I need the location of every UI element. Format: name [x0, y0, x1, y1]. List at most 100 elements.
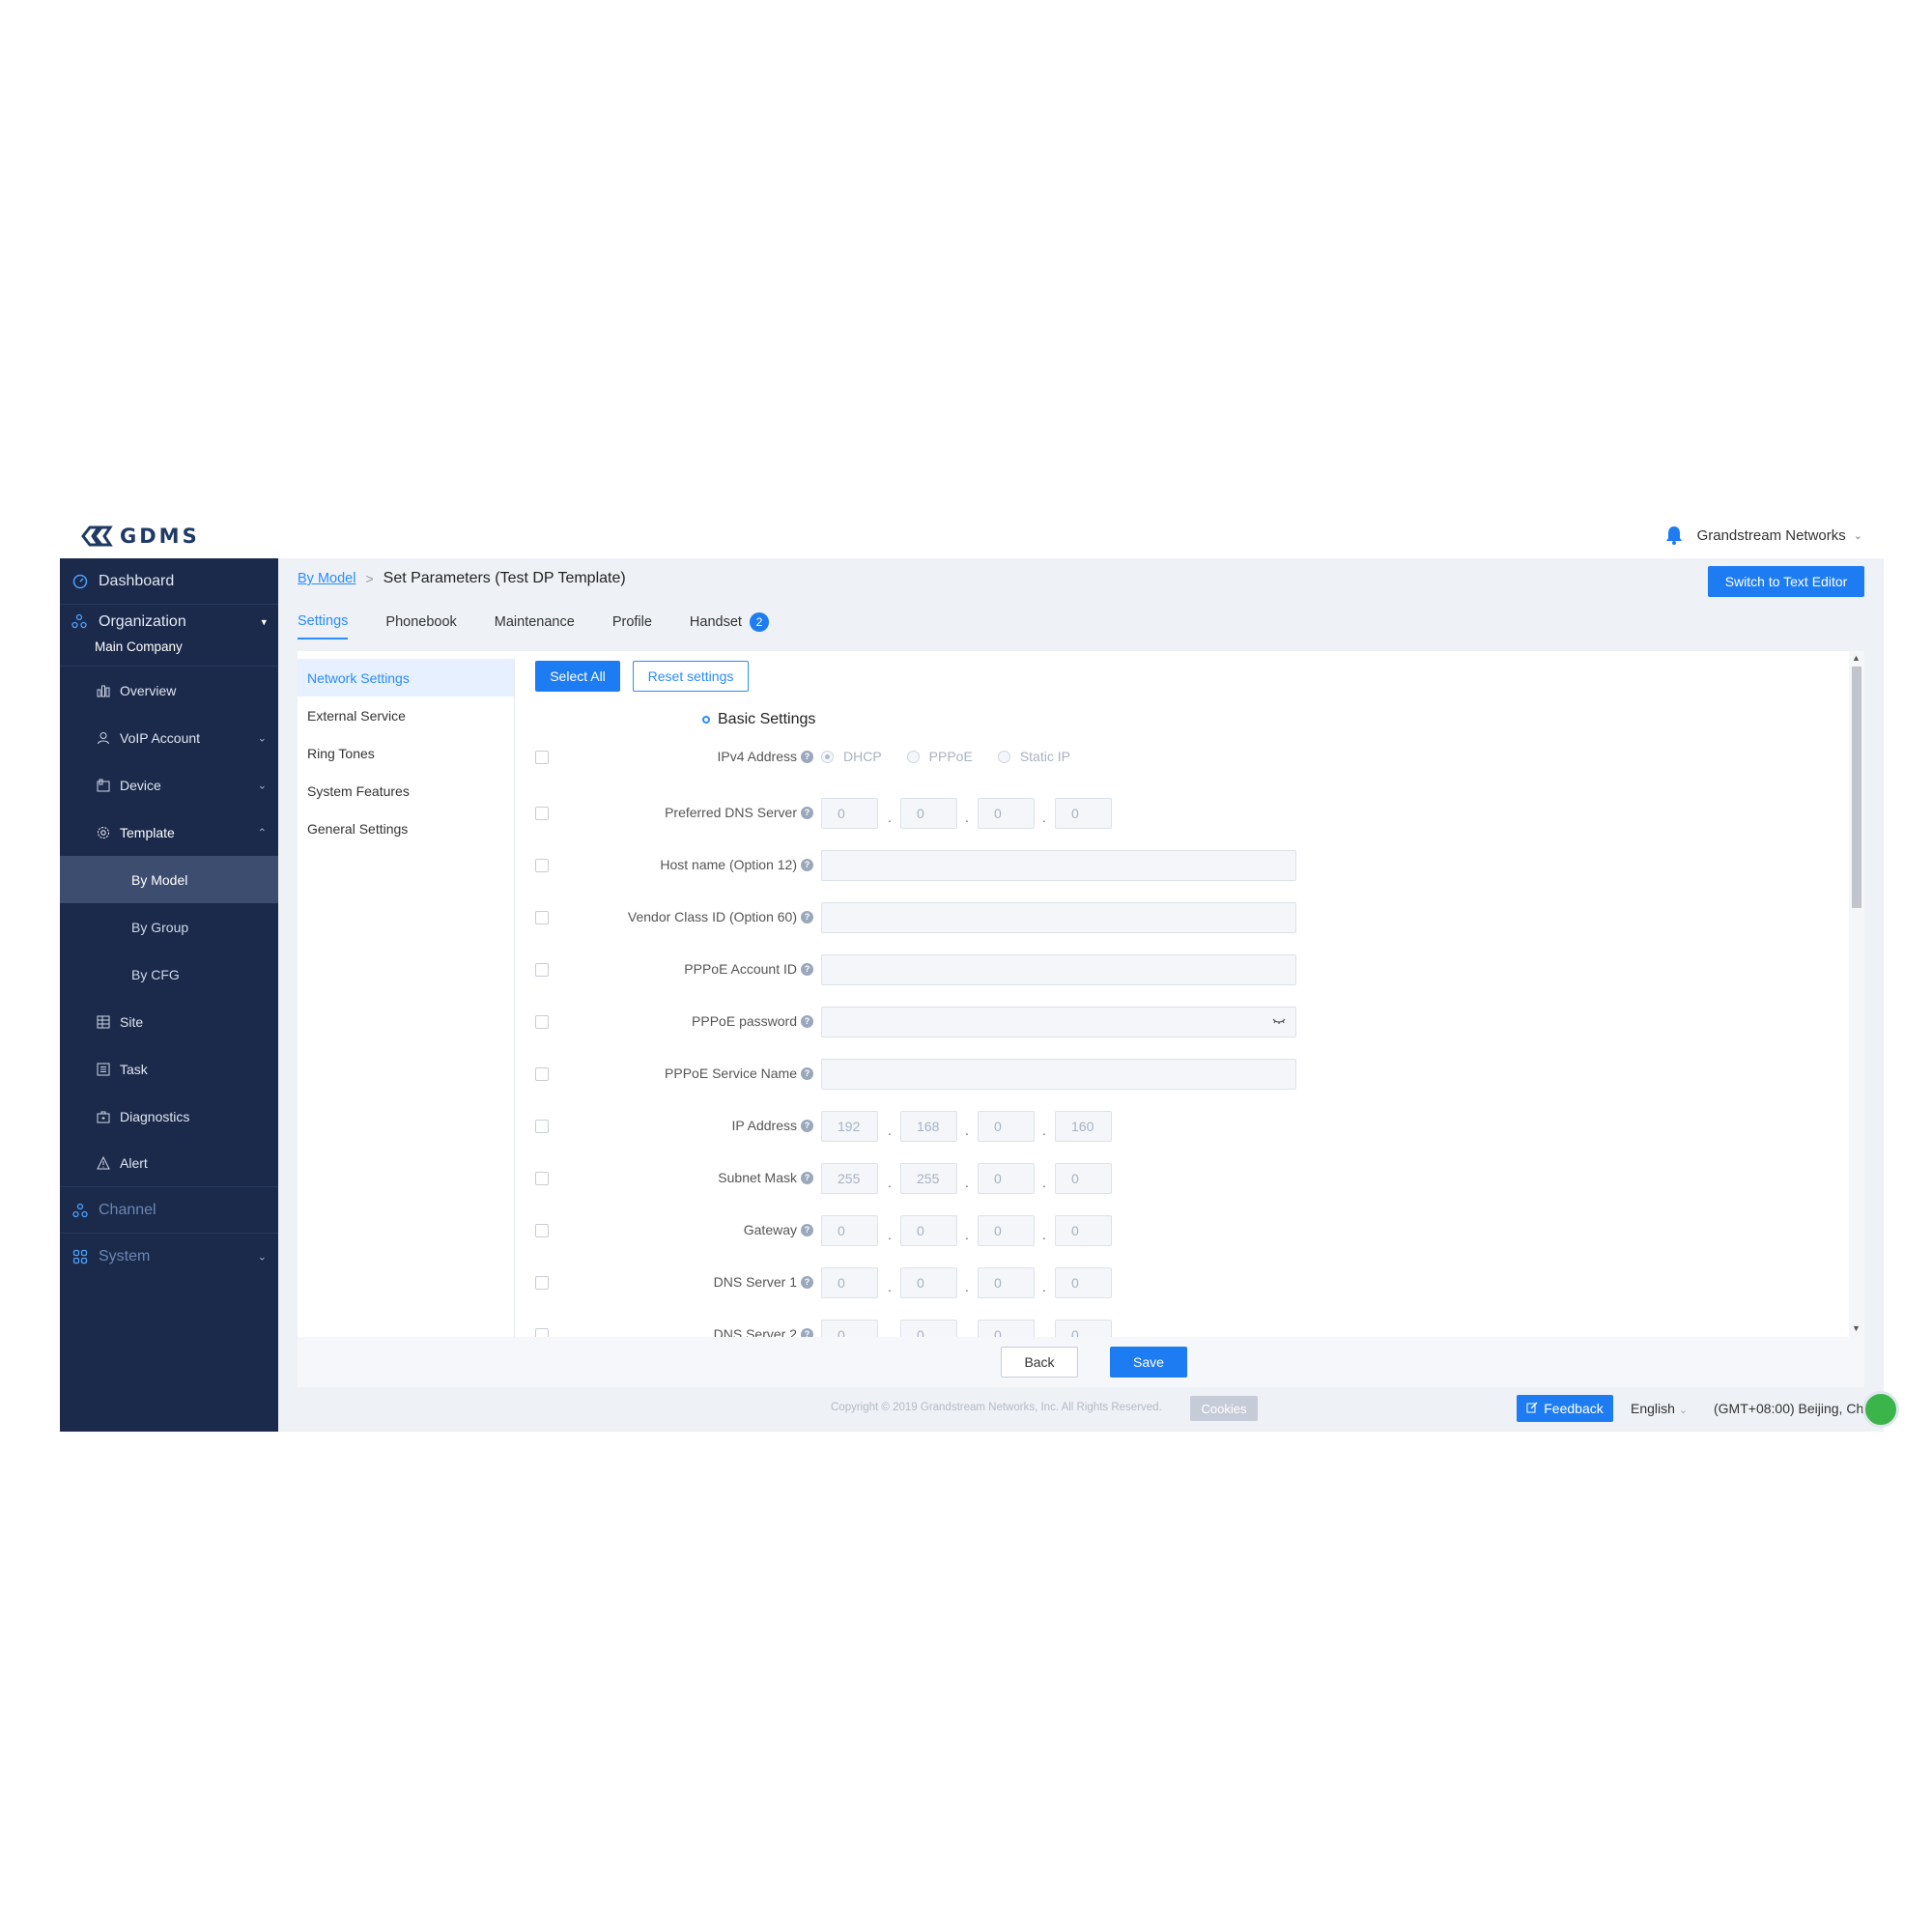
ip-octet-input[interactable]: 168	[900, 1111, 957, 1142]
ip-octet-input[interactable]: 0	[978, 1163, 1035, 1194]
row-checkbox[interactable]	[535, 807, 549, 820]
ip-octet-input[interactable]: 0	[900, 1320, 957, 1337]
subnav-ring-tones[interactable]: Ring Tones	[298, 734, 514, 772]
row-checkbox[interactable]	[535, 1015, 549, 1029]
row-checkbox[interactable]	[535, 1224, 549, 1237]
select-all-button[interactable]: Select All	[535, 661, 620, 692]
radio-static-ip[interactable]: Static IP	[997, 749, 1070, 764]
cookies-button[interactable]: Cookies	[1190, 1396, 1258, 1421]
subnav-external-service[interactable]: External Service	[298, 696, 514, 734]
help-icon[interactable]: ?	[801, 750, 813, 763]
save-button[interactable]: Save	[1110, 1347, 1187, 1378]
logo[interactable]: GDMS	[79, 523, 200, 550]
sidebar-item-by-model[interactable]: By Model	[60, 856, 278, 903]
ip-octet-input[interactable]: 0	[821, 1267, 878, 1298]
notification-bell-icon[interactable]	[1665, 526, 1683, 550]
ip-octet-input[interactable]: 0	[1055, 1267, 1112, 1298]
sidebar-item-device[interactable]: Device ⌄	[60, 761, 278, 809]
help-icon[interactable]: ?	[801, 962, 813, 976]
organization-company[interactable]: Main Company	[60, 639, 278, 667]
ip-octet-input[interactable]: 0	[821, 1320, 878, 1337]
sidebar-item-task[interactable]: Task	[60, 1045, 278, 1093]
tab-settings[interactable]: Settings	[298, 612, 349, 639]
help-icon[interactable]: ?	[801, 910, 813, 923]
sidebar-item-diagnostics[interactable]: Diagnostics	[60, 1093, 278, 1140]
ip-octet-input[interactable]: 255	[821, 1163, 878, 1194]
ip-octet-input[interactable]: 0	[821, 1215, 878, 1246]
radio-pppoe[interactable]: PPPoE	[906, 749, 973, 764]
host-name-input[interactable]	[821, 850, 1296, 881]
eye-closed-icon[interactable]	[1272, 1014, 1286, 1028]
sidebar-item-overview[interactable]: Overview	[60, 667, 278, 714]
row-checkbox[interactable]	[535, 911, 549, 924]
account-menu[interactable]: Grandstream Networks ⌄	[1697, 527, 1862, 544]
language-select[interactable]: English ⌄	[1631, 1401, 1688, 1416]
scroll-up-arrow-icon[interactable]: ▲	[1852, 653, 1861, 663]
row-checkbox[interactable]	[535, 859, 549, 872]
ip-octet-input[interactable]: 0	[900, 798, 957, 829]
tab-phonebook[interactable]: Phonebook	[385, 612, 456, 639]
help-icon[interactable]: ?	[801, 806, 813, 819]
row-checkbox[interactable]	[535, 751, 549, 764]
help-icon[interactable]: ?	[801, 1171, 813, 1184]
tab-profile[interactable]: Profile	[612, 612, 652, 639]
ip-octet-input[interactable]: 160	[1055, 1111, 1112, 1142]
ip-octet-input[interactable]: 0	[978, 798, 1035, 829]
subnav-general-settings[interactable]: General Settings	[298, 810, 514, 847]
ip-octet-input[interactable]: 0	[1055, 1320, 1112, 1337]
chat-bubble-icon[interactable]	[1862, 1391, 1899, 1428]
switch-to-text-editor-button[interactable]: Switch to Text Editor	[1708, 566, 1864, 597]
help-icon[interactable]: ?	[801, 1014, 813, 1028]
sidebar-item-alert[interactable]: Alert	[60, 1140, 278, 1187]
sidebar-item-by-group[interactable]: By Group	[60, 903, 278, 951]
ip-octet-input[interactable]: 255	[900, 1163, 957, 1194]
breadcrumb-link-by-model[interactable]: By Model	[298, 571, 355, 586]
back-button[interactable]: Back	[1001, 1347, 1078, 1378]
row-checkbox[interactable]	[535, 1276, 549, 1290]
sidebar-item-dashboard[interactable]: Dashboard	[60, 558, 278, 605]
ip-octet-input[interactable]: 0	[900, 1267, 957, 1298]
help-icon[interactable]: ?	[801, 1119, 813, 1132]
ip-octet-input[interactable]: 0	[821, 798, 878, 829]
pppoe-password-input[interactable]	[821, 1007, 1296, 1037]
sidebar-item-site[interactable]: Site	[60, 998, 278, 1045]
scrollbar-thumb[interactable]	[1852, 667, 1861, 908]
sidebar-item-template[interactable]: Template ⌃	[60, 809, 278, 856]
radio-dhcp[interactable]: DHCP	[821, 749, 882, 764]
tab-handset[interactable]: Handset 2	[690, 612, 769, 639]
help-icon[interactable]: ?	[801, 1066, 813, 1080]
timezone-select[interactable]: (GMT+08:00) Beijing, Ch ⌄	[1714, 1401, 1876, 1416]
feedback-button[interactable]: Feedback	[1517, 1395, 1613, 1422]
sidebar-item-system[interactable]: System ⌄	[60, 1234, 278, 1280]
help-icon[interactable]: ?	[801, 1223, 813, 1236]
ip-octet-input[interactable]: 0	[978, 1215, 1035, 1246]
help-icon[interactable]: ?	[801, 858, 813, 871]
row-checkbox[interactable]	[535, 1120, 549, 1133]
ip-octet-input[interactable]: 0	[978, 1320, 1035, 1337]
vertical-scrollbar[interactable]: ▲ ▼	[1849, 651, 1864, 1337]
subnav-system-features[interactable]: System Features	[298, 772, 514, 810]
pppoe-service-name-input[interactable]	[821, 1059, 1296, 1090]
sidebar-item-organization[interactable]: Organization ▾	[60, 605, 278, 639]
pppoe-account-id-input[interactable]	[821, 954, 1296, 985]
sidebar-item-channel[interactable]: Channel	[60, 1187, 278, 1234]
ip-octet-input[interactable]: 0	[1055, 1215, 1112, 1246]
row-checkbox[interactable]	[535, 1172, 549, 1185]
subnav-network-settings[interactable]: Network Settings	[298, 659, 514, 696]
sidebar-item-by-cfg[interactable]: By CFG	[60, 951, 278, 998]
row-checkbox[interactable]	[535, 1328, 549, 1337]
row-checkbox[interactable]	[535, 963, 549, 977]
sidebar-item-voip-account[interactable]: VoIP Account ⌄	[60, 714, 278, 761]
reset-settings-button[interactable]: Reset settings	[633, 661, 749, 692]
ip-octet-input[interactable]: 0	[1055, 1163, 1112, 1194]
ip-octet-input[interactable]: 0	[1055, 798, 1112, 829]
vendor-class-id-input[interactable]	[821, 902, 1296, 933]
ip-octet-input[interactable]: 0	[978, 1267, 1035, 1298]
ip-octet-input[interactable]: 192	[821, 1111, 878, 1142]
ip-octet-input[interactable]: 0	[900, 1215, 957, 1246]
help-icon[interactable]: ?	[801, 1275, 813, 1289]
row-checkbox[interactable]	[535, 1067, 549, 1081]
ip-octet-input[interactable]: 0	[978, 1111, 1035, 1142]
help-icon[interactable]: ?	[801, 1327, 813, 1337]
tab-maintenance[interactable]: Maintenance	[495, 612, 575, 639]
